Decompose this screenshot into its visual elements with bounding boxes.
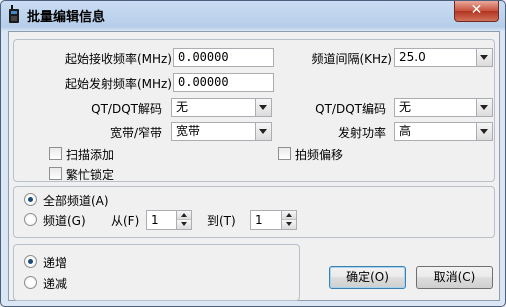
qt-encode-label: QT/DQT编码 — [315, 102, 386, 116]
chevron-down-icon[interactable] — [476, 49, 492, 66]
channel-range-radio[interactable] — [24, 213, 37, 226]
chevron-down-icon[interactable] — [476, 123, 492, 140]
spin-down-icon[interactable] — [177, 220, 191, 229]
increment-label: 递增 — [43, 256, 68, 270]
tx-power-label: 发射功率 — [337, 126, 386, 140]
tx-power-select[interactable]: 高 — [394, 122, 493, 141]
to-value: 1 — [255, 213, 263, 227]
dialog-client-area: 起始接收频率(MHz) 0.00000 起始发射频率(MHz) 0.00000 … — [8, 31, 500, 301]
from-label: 从(F) — [111, 214, 140, 228]
spin-up-icon[interactable] — [177, 211, 191, 220]
qt-decode-label: QT/DQT解码 — [91, 102, 162, 116]
tx-start-label: 起始发射频率(MHz) — [64, 77, 172, 91]
scan-add-label: 扫描添加 — [66, 148, 115, 162]
increment-radio[interactable] — [24, 255, 37, 268]
channel-step-select[interactable]: 25.0 — [394, 48, 493, 67]
decrement-radio[interactable] — [24, 276, 37, 289]
spin-up-icon[interactable] — [282, 211, 296, 220]
to-label: 到(T) — [207, 214, 236, 228]
all-channels-label: 全部频道(A) — [43, 194, 109, 208]
channel-range-label: 频道(G) — [43, 214, 86, 228]
order-group: 递增 递减 — [13, 244, 300, 301]
qt-encode-select[interactable]: 无 — [394, 98, 493, 117]
rx-start-label: 起始接收频率(MHz) — [64, 52, 172, 66]
busy-lock-label: 繁忙锁定 — [66, 168, 115, 182]
bandwidth-select[interactable]: 宽带 — [171, 122, 272, 141]
bandwidth-label: 宽带/窄带 — [109, 126, 162, 140]
rx-start-input[interactable]: 0.00000 — [173, 48, 274, 67]
qt-encode-value: 无 — [399, 100, 412, 114]
window-title: 批量编辑信息 — [27, 10, 106, 25]
channel-range-group: 全部频道(A) 频道(G) 从(F) 1 到(T) 1 — [13, 186, 495, 238]
qt-decode-select[interactable]: 无 — [171, 98, 272, 117]
from-value: 1 — [151, 213, 159, 227]
radio-app-icon — [8, 5, 20, 23]
bandwidth-value: 宽带 — [176, 124, 201, 138]
scan-add-checkbox[interactable] — [49, 147, 62, 160]
to-spinner[interactable]: 1 — [250, 210, 297, 230]
title-bar[interactable]: 批量编辑信息 ✕ — [1, 1, 505, 29]
chevron-down-icon[interactable] — [255, 99, 271, 116]
spinner-arrows — [176, 211, 191, 229]
tx-start-input[interactable]: 0.00000 — [173, 73, 274, 92]
spin-down-icon[interactable] — [282, 220, 296, 229]
busy-lock-checkbox[interactable] — [49, 167, 62, 180]
from-spinner[interactable]: 1 — [146, 210, 192, 230]
chevron-down-icon[interactable] — [255, 123, 271, 140]
freq-hop-label: 拍频偏移 — [295, 148, 344, 162]
cancel-button[interactable]: 取消(C) — [416, 266, 493, 289]
spinner-arrows — [281, 211, 296, 229]
dialog-window: 批量编辑信息 ✕ 起始接收频率(MHz) 0.00000 起始发射频率(MHz)… — [0, 0, 506, 307]
close-button[interactable]: ✕ — [454, 1, 499, 22]
all-channels-radio[interactable] — [24, 193, 37, 206]
tx-power-value: 高 — [399, 124, 412, 138]
qt-decode-value: 无 — [176, 100, 189, 114]
freq-hop-checkbox[interactable] — [278, 147, 291, 160]
chevron-down-icon[interactable] — [476, 99, 492, 116]
parameters-group: 起始接收频率(MHz) 0.00000 起始发射频率(MHz) 0.00000 … — [13, 39, 495, 182]
channel-step-label: 频道间隔(KHz) — [311, 52, 392, 66]
ok-button[interactable]: 确定(O) — [329, 266, 406, 289]
channel-step-value: 25.0 — [399, 50, 426, 64]
decrement-label: 递减 — [43, 277, 68, 291]
